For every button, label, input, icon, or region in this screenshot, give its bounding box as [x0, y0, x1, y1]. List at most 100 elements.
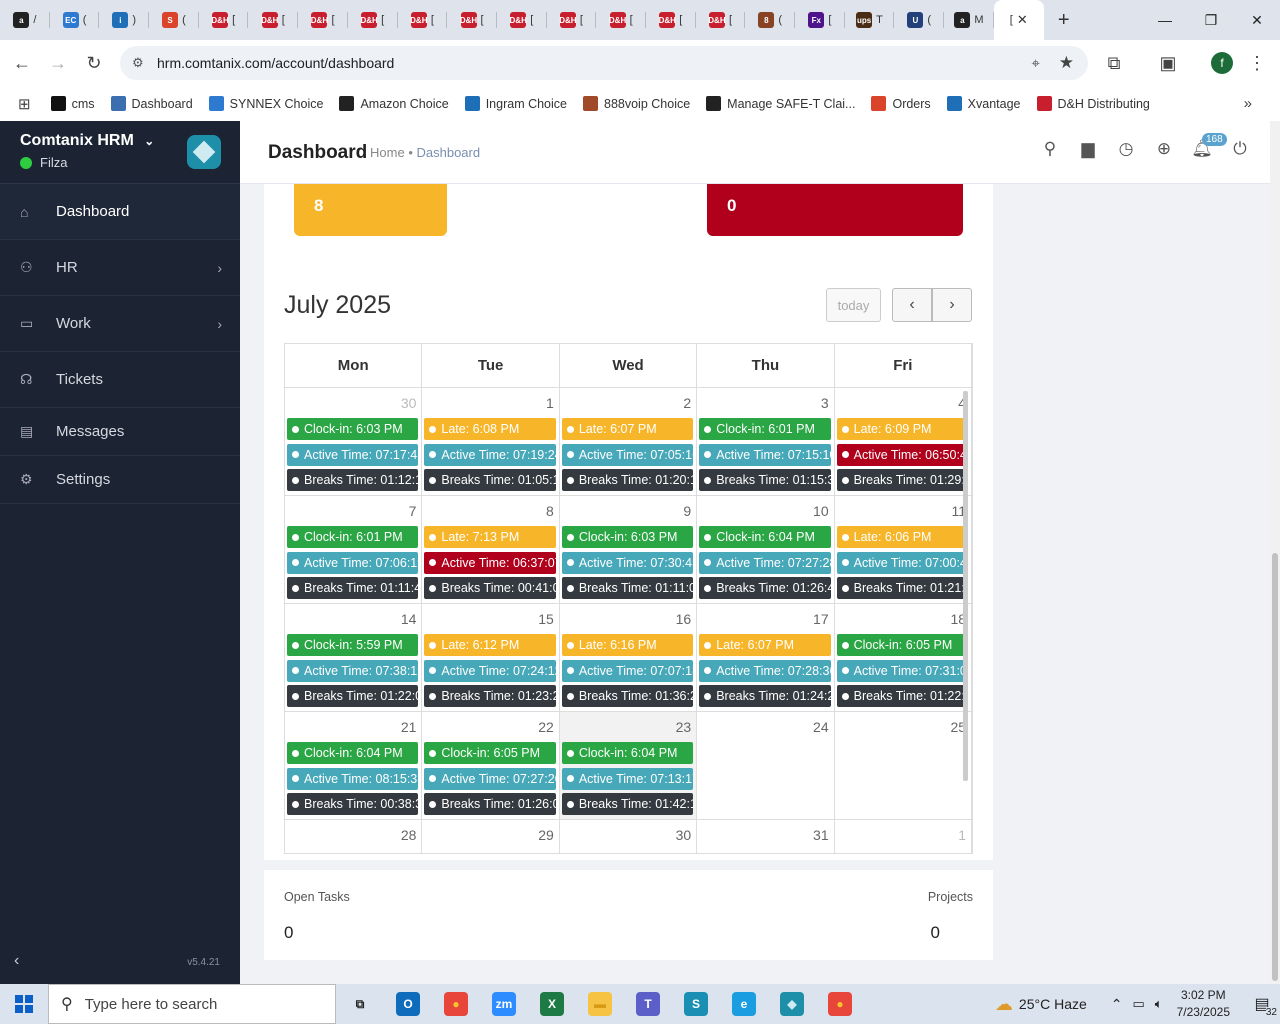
weather-text[interactable]: 25°C Haze [1019, 996, 1087, 1012]
calendar-event[interactable]: Breaks Time: 01:26:08 [424, 793, 556, 815]
clock[interactable]: 3:02 PM 7/23/2025 [1177, 987, 1230, 1021]
sidebar-item-dashboard[interactable]: ⌂ Dashboard [0, 184, 240, 240]
browser-tab[interactable]: D&H[ [199, 0, 249, 40]
calendar-event[interactable]: Clock-in: 5:59 PM [287, 634, 419, 656]
power-icon[interactable]: ⏻ [1230, 139, 1250, 159]
browser-tab[interactable]: D&H[ [547, 0, 597, 40]
calendar-event[interactable]: Clock-in: 6:04 PM [561, 742, 694, 764]
stat-card-right[interactable]: 0 [707, 184, 963, 236]
calendar-day-cell[interactable]: 14 Clock-in: 5:59 PM Active Time: 07:38:19… [285, 604, 423, 711]
calendar-event[interactable]: Active Time: 08:15:37 [287, 767, 419, 790]
browser-menu-icon[interactable]: ⋮ [1239, 45, 1275, 81]
calendar-event[interactable]: Active Time: 07:17:43 [287, 443, 419, 466]
excel-icon[interactable]: X [528, 984, 576, 1024]
calendar-day-cell[interactable]: 2 Late: 6:07 PM Active Time: 07:05:16 Break… [560, 388, 698, 495]
calendar-event[interactable]: Clock-in: 6:04 PM [287, 742, 419, 764]
calendar-event[interactable]: Late: 6:07 PM [561, 418, 694, 440]
next-month-button[interactable]: › [932, 288, 972, 322]
bookmark-item[interactable]: Amazon Choice [339, 96, 449, 111]
browser-tab[interactable]: D&H[ [398, 0, 448, 40]
bookmark-item[interactable]: Xvantage [946, 96, 1021, 111]
calendar-event[interactable]: Breaks Time: 01:21:1 [836, 577, 969, 599]
clock-icon[interactable]: ◷ [1116, 139, 1136, 159]
calendar-day-number[interactable]: 21 [401, 719, 417, 735]
browser-tab[interactable]: U( [894, 0, 945, 40]
calendar-event[interactable]: Breaks Time: 01:11:40 [287, 577, 419, 599]
calendar-event[interactable]: Active Time: 07:15:10 [699, 443, 831, 466]
calendar-event[interactable]: Active Time: 07:19:24 [424, 443, 556, 466]
calendar-day-cell[interactable]: 1 [835, 820, 972, 853]
bookmark-star-icon[interactable]: ★ [1059, 53, 1074, 73]
browser-tab[interactable]: D&H[ [596, 0, 646, 40]
calendar-day-number[interactable]: 30 [401, 395, 417, 411]
calendar-event[interactable]: Breaks Time: 01:15:31 [699, 469, 831, 491]
calendar-day-number[interactable]: 30 [676, 827, 692, 843]
calendar-event[interactable]: Breaks Time: 01:26:48 [699, 577, 831, 599]
calendar-day-cell[interactable]: 21 Clock-in: 6:04 PM Active Time: 08:15:37… [285, 712, 423, 819]
calendar-event[interactable]: Breaks Time: 01:05:14 [424, 469, 556, 491]
prev-month-button[interactable]: ‹ [892, 288, 932, 322]
calendar-event[interactable]: Late: 6:12 PM [424, 634, 556, 656]
more-bookmarks-icon[interactable]: » [1244, 95, 1252, 112]
browser-tab[interactable]: D&H[ [248, 0, 299, 40]
apps-grid-icon[interactable]: ⊞ [18, 95, 31, 113]
bookmark-item[interactable]: Orders [871, 96, 931, 111]
calendar-event[interactable]: Clock-in: 6:03 PM [561, 526, 694, 548]
forward-button[interactable]: → [40, 45, 76, 81]
calendar-day-number[interactable]: 22 [538, 719, 554, 735]
omnibox[interactable]: ⚙ hrm.comtanix.com/account/dashboard ⌖ ★ [120, 46, 1088, 80]
calendar-day-number[interactable]: 16 [676, 611, 692, 627]
app-name[interactable]: Comtanix HRM ⌄ [20, 132, 154, 150]
calendar-day-number[interactable]: 7 [409, 503, 417, 519]
calendar-event[interactable]: Breaks Time: 00:38:31 [287, 793, 419, 815]
calendar-event[interactable]: Breaks Time: 01:42:14 [561, 793, 694, 815]
calendar-event[interactable]: Late: 6:07 PM [699, 634, 831, 656]
calendar-event[interactable]: Active Time: 06:50:4 [836, 443, 969, 466]
notes-icon[interactable]: ▆ [1078, 139, 1098, 159]
calendar-day-cell[interactable]: 25 [835, 712, 972, 819]
browser-tab[interactable]: D&H[ [646, 0, 696, 40]
sidebar-item-hr[interactable]: ⚇ HR › [0, 240, 240, 296]
search-icon[interactable]: ⚲ [1040, 139, 1060, 159]
calendar-event[interactable]: Active Time: 07:06:19 [287, 551, 419, 574]
calendar-event[interactable]: Active Time: 07:38:19 [287, 659, 419, 682]
browser-tab-active[interactable]: [✕ [993, 0, 1044, 40]
browser-tab[interactable]: Fx[ [795, 0, 845, 40]
calendar-event[interactable]: Active Time: 07:30:45 [561, 551, 694, 574]
calendar-day-number[interactable]: 3 [821, 395, 829, 411]
zoom-icon[interactable]: zm [480, 984, 528, 1024]
calendar-day-number[interactable]: 29 [538, 827, 554, 843]
browser-tab[interactable]: D&H[ [298, 0, 348, 40]
calendar-day-cell[interactable]: 16 Late: 6:16 PM Active Time: 07:07:18 Brea… [560, 604, 698, 711]
calendar-day-number[interactable]: 1 [546, 395, 554, 411]
calendar-day-number[interactable]: 10 [813, 503, 829, 519]
close-tab-icon[interactable]: ✕ [1017, 12, 1028, 28]
calendar-day-number[interactable]: 14 [401, 611, 417, 627]
notification-center-icon[interactable]: ▤ 32 [1244, 984, 1280, 1024]
calendar-event[interactable]: Breaks Time: 01:20:19 [561, 469, 694, 491]
site-info-icon[interactable]: ⚙ [132, 55, 144, 71]
calendar-day-cell[interactable]: 8 Late: 7:13 PM Active Time: 06:37:07 Break… [422, 496, 560, 603]
volume-icon[interactable]: 🔈︎ [1155, 996, 1163, 1012]
calendar-day-number[interactable]: 2 [683, 395, 691, 411]
calendar-day-number[interactable]: 8 [546, 503, 554, 519]
calendar-day-cell[interactable]: 30 [560, 820, 698, 853]
calendar-event[interactable]: Clock-in: 6:01 PM [287, 526, 419, 548]
sidebar-item-settings[interactable]: ⚙ Settings [0, 456, 240, 504]
calendar-event[interactable]: Active Time: 07:07:18 [561, 659, 694, 682]
calendar-event[interactable]: Active Time: 07:28:36 [699, 659, 831, 682]
calendar-day-cell[interactable]: 7 Clock-in: 6:01 PM Active Time: 07:06:19 B… [285, 496, 423, 603]
reload-button[interactable]: ↻ [76, 45, 112, 81]
calendar-event[interactable]: Breaks Time: 01:11:00 [561, 577, 694, 599]
browser-tab[interactable]: i) [99, 0, 150, 40]
browser-tab[interactable]: aM [944, 0, 994, 40]
calendar-day-cell[interactable]: 10 Clock-in: 6:04 PM Active Time: 07:27:28… [697, 496, 835, 603]
calendar-event[interactable]: Breaks Time: 01:22:04 [287, 685, 419, 707]
calendar-day-number[interactable]: 31 [813, 827, 829, 843]
calendar-event[interactable]: Active Time: 07:31:0 [836, 659, 969, 682]
calendar-event[interactable]: Late: 6:09 PM [836, 418, 969, 440]
browser-tab[interactable]: D&H[ [497, 0, 547, 40]
calendar-day-cell[interactable]: 4Late: 6:09 PMActive Time: 06:50:4Breaks… [835, 388, 972, 495]
calendar-event[interactable]: Late: 6:16 PM [561, 634, 694, 656]
today-button[interactable]: today [826, 288, 881, 322]
